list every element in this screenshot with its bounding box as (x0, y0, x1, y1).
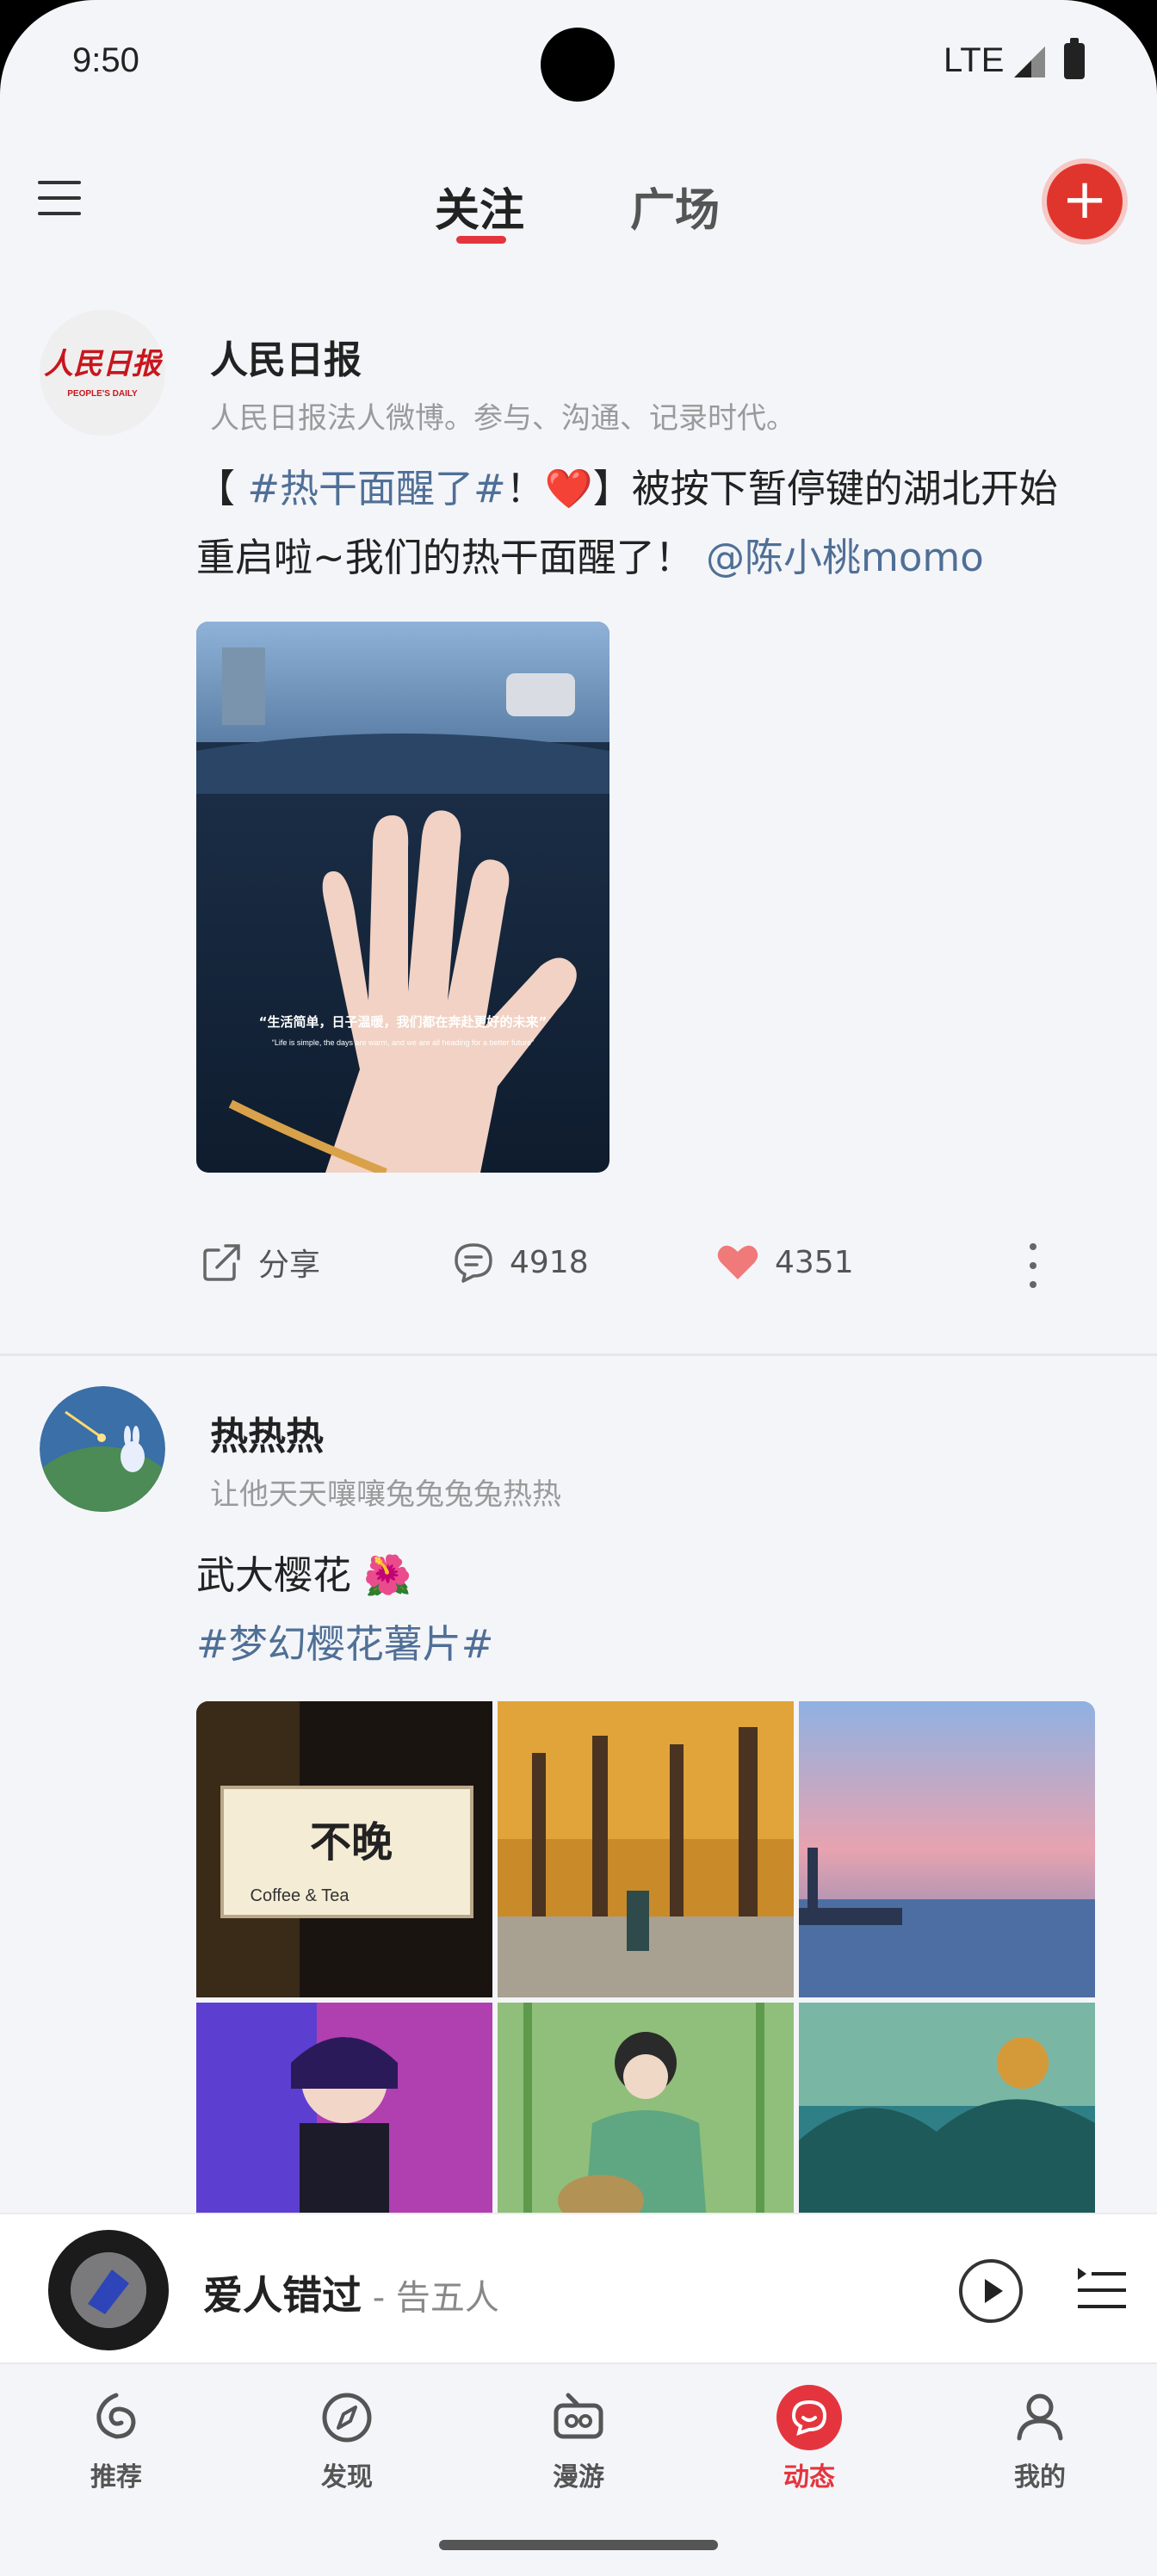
tab-square[interactable]: 广场 (630, 174, 720, 238)
post-divider (0, 1353, 1157, 1356)
post-author-bio: 让他天天嚷嚷兔兔兔兔热热 (210, 1477, 561, 1512)
feed-post: 人民日报 PEOPLE'S DAILY 人民日报 人民日报法人微博。参与、沟通、… (0, 310, 1157, 1353)
logo-text: 人民日报 (44, 347, 165, 381)
recommend-icon (96, 2393, 136, 2439)
moments-icon (776, 2385, 842, 2450)
nav-label: 推荐 (90, 2462, 142, 2492)
like-button[interactable]: 4351 (715, 1240, 854, 1285)
flower-emoji: 🌺 (363, 1552, 412, 1598)
nav-item-roam[interactable]: 漫游 (510, 2383, 647, 2493)
status-bar: 9:50 LTE (0, 0, 1157, 129)
image-caption-cn: “生活简单，日子温暖，我们都在奔赴更好的未来” (259, 1014, 548, 1030)
text-body: 武大樱花 (196, 1552, 352, 1598)
post-actions: 分享 4918 4351 (0, 1240, 1157, 1309)
tab-follow[interactable]: 关注 (435, 174, 524, 238)
image-grid: 不晚 Coffee & Tea (196, 1701, 1095, 2299)
logo-subtext: PEOPLE'S DAILY (67, 389, 138, 399)
nav-label: 我的 (1014, 2462, 1066, 2492)
nav-label: 动态 (783, 2462, 835, 2492)
nav-item-discover[interactable]: 发现 (278, 2383, 416, 2493)
add-post-button[interactable]: + (1047, 164, 1123, 239)
nav-label: 发现 (321, 2462, 373, 2492)
radio-icon (554, 2393, 603, 2439)
hashtag-link[interactable]: #梦幻樱花薯片# (196, 1621, 493, 1667)
like-count: 4351 (775, 1244, 854, 1280)
post-author-bio: 人民日报法人微博。参与、沟通、记录时代。 (210, 401, 795, 436)
feed-post: 热热热 让他天天嚷嚷兔兔兔兔热热 武大樱花 🌺 #梦幻樱花薯片# 不晚 Coff… (0, 1386, 1157, 2299)
post-author[interactable]: 人民日报 (210, 329, 362, 384)
share-label: 分享 (258, 1248, 321, 1283)
menu-icon[interactable] (34, 172, 86, 224)
post-image[interactable]: “生活简单，日子温暖，我们都在奔赴更好的未来” “Life is simple,… (196, 622, 609, 1173)
album-disc[interactable] (48, 2230, 169, 2350)
nav-item-moments[interactable]: 动态 (740, 2383, 878, 2493)
nav-item-mine[interactable]: 我的 (971, 2383, 1109, 2493)
bunny-avatar-image (40, 1386, 165, 1512)
hand-photo: “生活简单，日子温暖，我们都在奔赴更好的未来” “Life is simple,… (196, 622, 609, 1173)
grid-image[interactable] (498, 1701, 794, 1997)
status-time: 9:50 (72, 41, 139, 79)
compass-icon (322, 2393, 372, 2443)
comment-button[interactable]: 4918 (451, 1240, 589, 1285)
autumn-trees-photo (498, 1701, 794, 1997)
heart-emoji: ❤️ (544, 466, 593, 511)
album-cover (71, 2252, 146, 2328)
battery-icon (1064, 38, 1085, 79)
post-text: 【 #热干面醒了#！❤️】被按下暂停键的湖北开始重启啦~我们的热干面醒了！ @陈… (196, 455, 1092, 592)
playlist-icon[interactable] (1076, 2264, 1128, 2316)
post-author[interactable]: 热热热 (210, 1405, 324, 1460)
avatar[interactable] (40, 1386, 165, 1512)
comment-count: 4918 (510, 1244, 589, 1280)
artist-name: 告五人 (395, 2278, 499, 2318)
app-screen: 9:50 LTE 关注 广场 + 人民日报 PEOPLE'S DAILY 人民日… (0, 0, 1157, 2576)
sunset-sea-photo (799, 1701, 1095, 1997)
active-tab-indicator (456, 236, 506, 244)
more-options-icon[interactable] (1024, 1240, 1042, 1291)
play-icon (985, 2279, 1003, 2303)
plus-icon: + (1061, 168, 1108, 232)
top-bar: 关注 广场 + (0, 146, 1157, 258)
nav-item-recommend[interactable]: 推荐 (47, 2383, 185, 2493)
text-prefix: 【 (196, 466, 248, 511)
song-title: 爱人错过 (203, 2272, 362, 2319)
grid-image[interactable]: 不晚 Coffee & Tea (196, 1701, 492, 1997)
share-button[interactable]: 分享 (200, 1240, 320, 1285)
profile-icon (1017, 2393, 1063, 2441)
avatar[interactable]: 人民日报 PEOPLE'S DAILY (40, 310, 165, 436)
text-punct: ！ (505, 466, 545, 511)
peoples-daily-logo: 人民日报 PEOPLE'S DAILY (40, 310, 165, 436)
hashtag-link[interactable]: #热干面醒了# (247, 466, 505, 511)
network-label: LTE (944, 41, 1005, 79)
home-indicator[interactable] (439, 2540, 718, 2550)
mini-player[interactable]: 爱人错过 - 告五人 (0, 2213, 1157, 2362)
play-button[interactable] (959, 2259, 1023, 2323)
artist-separator: - (362, 2278, 396, 2318)
coffee-sign-photo: 不晚 Coffee & Tea (196, 1701, 492, 1997)
nav-label: 漫游 (553, 2462, 604, 2492)
song-info[interactable]: 爱人错过 - 告五人 (203, 2264, 499, 2321)
grid-image[interactable] (799, 1701, 1095, 1997)
signal-icon (1014, 46, 1045, 77)
post-text: 武大樱花 🌺 #梦幻樱花薯片# (196, 1541, 1092, 1679)
share-icon (203, 1244, 240, 1281)
heart-icon (717, 1245, 758, 1279)
image-caption-en: “Life is simple, the days are warm, and … (272, 1038, 534, 1047)
mention-link[interactable]: @陈小桃momo (706, 535, 984, 580)
comment-icon (455, 1243, 492, 1283)
camera-cutout (541, 28, 615, 102)
album-art (71, 2252, 146, 2328)
sign-text: 不晚 (310, 1818, 393, 1867)
sign-subtext: Coffee & Tea (251, 1886, 350, 1905)
